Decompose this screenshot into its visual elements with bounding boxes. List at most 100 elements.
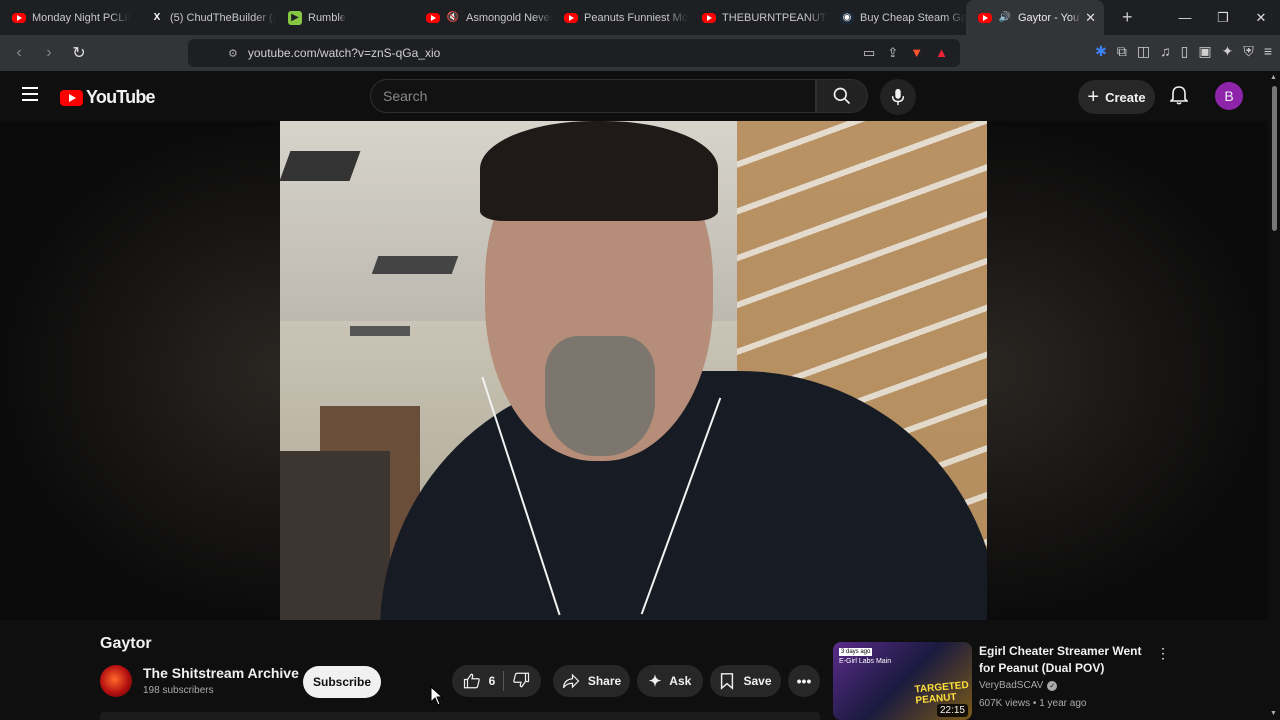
video-frame-detail (371, 256, 459, 274)
ask-label: Ask (669, 674, 692, 688)
avatar-letter: B (1224, 88, 1234, 104)
channel-avatar[interactable] (100, 665, 132, 697)
more-horizontal-icon: ••• (796, 673, 812, 689)
youtube-wordmark: YouTube (86, 87, 156, 107)
recommended-channel-name: VeryBadSCAV (979, 680, 1044, 691)
scroll-up-icon[interactable]: ▲ (1270, 74, 1277, 81)
new-tab-button[interactable]: + (1122, 7, 1133, 28)
brave-rewards-icon[interactable]: ▲ (935, 45, 948, 61)
search-icon (833, 87, 851, 105)
browser-toolbar: ‹ › ↻ 🔖 ⚙ youtube.com/watch?v=znS-qGa_xi… (0, 35, 1280, 71)
tab-title: Monday Night PCLII (32, 11, 131, 24)
browser-tab[interactable]: THEBURNTPEANUT Fi (690, 0, 828, 35)
video-frame-person-hair (480, 121, 718, 221)
recommended-options-icon[interactable]: ⋮ (1156, 645, 1170, 662)
browser-tab-active[interactable]: 🔊 Gaytor - YouTu✕ (966, 0, 1104, 35)
save-label: Save (743, 674, 772, 688)
media-icon[interactable]: ♫ (1160, 43, 1171, 60)
page-scrollbar[interactable]: ▲ ▼ (1268, 71, 1280, 720)
vpn-icon[interactable]: ⛨ (1243, 43, 1254, 60)
x-icon: X (153, 12, 161, 23)
share-button[interactable]: Share (553, 665, 630, 697)
scroll-down-icon[interactable]: ▼ (1270, 710, 1277, 717)
search-button[interactable] (816, 79, 868, 113)
brave-shield-icon[interactable]: ▼ (910, 45, 923, 61)
menu-icon[interactable]: ≡ (1264, 43, 1272, 60)
video-frame-detail (280, 151, 361, 181)
dislike-button[interactable] (512, 671, 530, 692)
share-icon (562, 673, 580, 689)
extension-icon[interactable]: ✱ (1095, 43, 1107, 60)
url-text[interactable]: youtube.com/watch?v=znS-qGa_xio (248, 46, 440, 60)
subscribe-button[interactable]: Subscribe (303, 666, 381, 698)
muted-icon: 🔇 (446, 12, 460, 23)
like-divider (503, 671, 505, 691)
tab-title: THEBURNTPEANUT Fi (722, 11, 828, 24)
tab-title: (5) ChudTheBuilder (@ (170, 11, 276, 24)
verified-icon: ✓ (1047, 680, 1058, 691)
more-actions-button[interactable]: ••• (788, 665, 820, 697)
guide-menu-icon[interactable] (22, 87, 38, 101)
youtube-icon (564, 11, 578, 25)
browser-tab[interactable]: Monday Night PCLII (0, 0, 138, 35)
browser-tab[interactable]: ▶ Rumble (276, 0, 414, 35)
create-button[interactable]: + Create (1078, 80, 1155, 114)
speaker-icon: 🔊 (998, 12, 1012, 23)
site-settings-icon[interactable]: ⚙ (228, 47, 238, 60)
extensions-puzzle-icon[interactable]: ⧉ (1117, 43, 1127, 60)
share-page-icon[interactable]: ⇪ (887, 45, 898, 61)
video-frame-detail (350, 326, 410, 336)
close-window-icon[interactable]: ✕ (1242, 0, 1280, 35)
minimize-icon[interactable]: — (1166, 0, 1204, 35)
notifications-button[interactable] (1169, 85, 1189, 110)
voice-search-button[interactable] (880, 79, 916, 115)
like-button[interactable]: 6 (463, 672, 496, 690)
description-panel-edge (100, 712, 820, 720)
tab-title: Rumble (308, 11, 346, 24)
sidebar-icon[interactable]: ▯ (1181, 43, 1189, 60)
channel-name[interactable]: The Shitstream Archive (143, 665, 299, 681)
thumbnail-text: 3 days ago (839, 648, 873, 656)
leo-ai-icon[interactable]: ✦ (1222, 43, 1234, 60)
video-title: Gaytor (100, 635, 152, 652)
sparkle-icon: ✦ (648, 673, 662, 690)
browser-tab[interactable]: 🔇 Asmongold Never (414, 0, 552, 35)
subscribe-label: Subscribe (312, 675, 372, 689)
screenshot-icon[interactable]: ◫ (1137, 43, 1150, 60)
like-count: 6 (488, 674, 496, 688)
video-frame-shelf (280, 451, 390, 620)
recommended-meta: 607K views • 1 year ago (979, 698, 1087, 709)
youtube-logo[interactable]: YouTube (60, 87, 156, 108)
recommended-video-thumbnail[interactable]: 3 days ago E-Girl Labs Main TARGETED PEA… (833, 642, 972, 720)
ask-button[interactable]: ✦ Ask (637, 665, 703, 697)
steam-icon: ◉ (840, 10, 854, 25)
save-button[interactable]: Save (710, 665, 781, 697)
recommended-video-title[interactable]: Egirl Cheater Streamer Went for Peanut (… (979, 643, 1149, 677)
youtube-icon (426, 11, 440, 25)
restore-icon[interactable]: ❐ (1204, 0, 1242, 35)
wallet-icon[interactable]: ▣ (1198, 43, 1211, 60)
bell-icon (1169, 86, 1189, 105)
forward-icon[interactable]: › (36, 44, 62, 62)
thumbnail-text: E-Girl Labs Main (839, 658, 892, 665)
close-tab-icon[interactable]: ✕ (1085, 10, 1096, 26)
account-avatar[interactable]: B (1215, 82, 1243, 110)
subscriber-count: 198 subscribers (143, 685, 214, 696)
thumbs-up-icon (463, 673, 480, 689)
mouse-cursor-icon (430, 686, 444, 706)
cast-icon[interactable]: ▭ (863, 45, 875, 61)
video-player[interactable] (280, 121, 987, 620)
tab-title: Peanuts Funniest Mo (584, 11, 688, 24)
scrollbar-thumb[interactable] (1272, 86, 1277, 231)
recommended-channel[interactable]: VeryBadSCAV ✓ (979, 680, 1058, 691)
address-bar[interactable]: ⚙ youtube.com/watch?v=znS-qGa_xio ▭ ⇪ ▼ … (188, 39, 960, 67)
back-icon[interactable]: ‹ (6, 44, 32, 62)
search-placeholder: Search (383, 88, 428, 104)
reload-icon[interactable]: ↻ (66, 43, 92, 63)
browser-tab[interactable]: X (5) ChudTheBuilder (@ (138, 0, 276, 35)
browser-tab[interactable]: ◉ Buy Cheap Steam Gar (828, 0, 966, 35)
search-input[interactable]: Search (370, 79, 816, 113)
plus-icon: + (1087, 85, 1100, 108)
thumbs-down-icon (513, 672, 530, 687)
browser-tab[interactable]: Peanuts Funniest Mo (552, 0, 690, 35)
